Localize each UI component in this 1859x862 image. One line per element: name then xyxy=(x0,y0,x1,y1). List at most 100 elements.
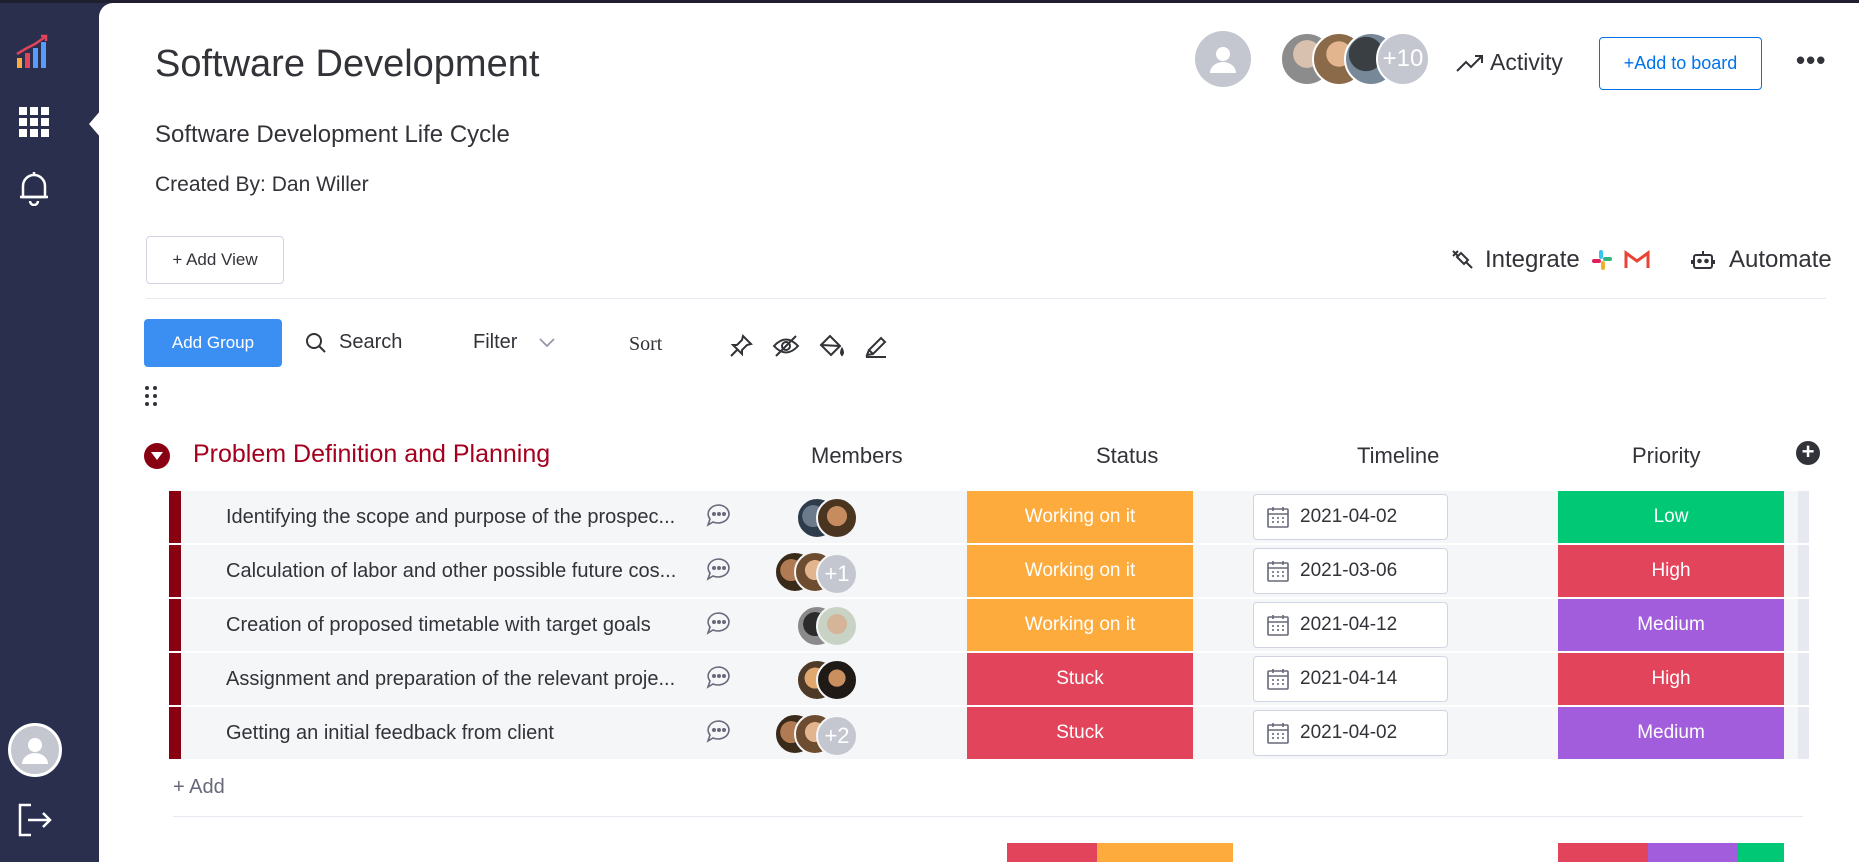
pin-icon[interactable] xyxy=(726,331,756,361)
chat-icon[interactable] xyxy=(706,665,732,694)
chart-logo-icon[interactable] xyxy=(14,32,54,72)
item-name[interactable]: Assignment and preparation of the releva… xyxy=(226,668,686,691)
chat-icon[interactable] xyxy=(706,719,732,748)
group-footer-divider xyxy=(173,816,1803,817)
members-cell[interactable] xyxy=(749,605,909,647)
timeline-cell[interactable]: 2021-04-12 xyxy=(1253,602,1448,648)
priority-badge[interactable]: Medium xyxy=(1558,599,1784,651)
user-avatar-icon[interactable] xyxy=(8,723,62,777)
table-row[interactable]: Getting an initial feedback from client … xyxy=(169,707,1809,759)
group-collapse-icon[interactable] xyxy=(144,443,170,469)
calendar-icon xyxy=(1267,723,1289,744)
priority-badge[interactable]: High xyxy=(1558,545,1784,597)
filter-label: Filter xyxy=(473,331,518,353)
chat-icon[interactable] xyxy=(706,611,732,640)
item-name[interactable]: Getting an initial feedback from client xyxy=(226,722,686,745)
divider xyxy=(146,298,1826,299)
priority-badge[interactable]: Low xyxy=(1558,491,1784,543)
item-name[interactable]: Identifying the scope and purpose of the… xyxy=(226,506,686,529)
table-row[interactable]: Assignment and preparation of the releva… xyxy=(169,653,1809,705)
page-title[interactable]: Software Development xyxy=(155,43,539,86)
calendar-icon xyxy=(1267,507,1289,528)
drag-dots-icon[interactable] xyxy=(144,385,158,412)
timeline-date: 2021-04-02 xyxy=(1300,506,1398,527)
calendar-icon xyxy=(1267,669,1289,690)
table-row[interactable]: Calculation of labor and other possible … xyxy=(169,545,1809,597)
grid-icon[interactable] xyxy=(14,102,54,142)
timeline-cell[interactable]: 2021-04-14 xyxy=(1253,656,1448,702)
members-cell[interactable]: +2 xyxy=(749,713,909,757)
eye-off-icon[interactable] xyxy=(771,331,801,361)
priority-badge[interactable]: High xyxy=(1558,653,1784,705)
table-row[interactable]: Identifying the scope and purpose of the… xyxy=(169,491,1809,543)
row-group-color xyxy=(169,707,181,759)
item-name[interactable]: Calculation of labor and other possible … xyxy=(226,560,686,583)
owner-avatar[interactable] xyxy=(1195,31,1251,87)
timeline-date: 2021-03-06 xyxy=(1300,560,1398,581)
row-end xyxy=(1798,707,1809,759)
column-header-priority[interactable]: Priority xyxy=(1632,443,1700,469)
bell-icon[interactable] xyxy=(14,168,54,208)
add-group-button[interactable]: Add Group xyxy=(144,319,282,367)
timeline-date: 2021-04-12 xyxy=(1300,614,1398,635)
add-to-board-button[interactable]: +Add to board xyxy=(1599,37,1762,90)
members-cell[interactable]: +1 xyxy=(749,551,909,595)
member-avatar xyxy=(816,659,858,701)
status-badge[interactable]: Working on it xyxy=(967,545,1193,597)
timeline-cell[interactable]: 2021-04-02 xyxy=(1253,710,1448,756)
priority-summary-low[interactable] xyxy=(1738,843,1784,862)
sidebar xyxy=(0,0,101,862)
logout-icon[interactable] xyxy=(14,800,54,840)
add-view-button[interactable]: + Add View xyxy=(146,236,284,284)
calendar-icon xyxy=(1267,615,1289,636)
status-badge[interactable]: Working on it xyxy=(967,491,1193,543)
board-members-stack[interactable]: +10 xyxy=(1280,32,1430,88)
gmail-icon xyxy=(1624,250,1650,268)
search-button[interactable]: Search xyxy=(305,331,402,354)
members-cell[interactable] xyxy=(749,497,909,539)
board-description[interactable]: Software Development Life Cycle xyxy=(155,121,510,149)
integrate-label: Integrate xyxy=(1485,246,1580,273)
chat-icon[interactable] xyxy=(706,557,732,586)
activity-button[interactable]: Activity xyxy=(1456,49,1563,76)
status-badge[interactable]: Working on it xyxy=(967,599,1193,651)
priority-badge[interactable]: Medium xyxy=(1558,707,1784,759)
timeline-cell[interactable]: 2021-03-06 xyxy=(1253,548,1448,594)
board-main: Software Development Software Developmen… xyxy=(99,3,1859,862)
robot-icon xyxy=(1691,251,1715,269)
more-options-icon[interactable]: ••• xyxy=(1796,45,1826,76)
group-title[interactable]: Problem Definition and Planning xyxy=(193,440,550,469)
column-header-members[interactable]: Members xyxy=(811,443,903,469)
status-badge[interactable]: Stuck xyxy=(967,707,1193,759)
members-cell[interactable] xyxy=(749,659,909,701)
status-summary-stuck[interactable] xyxy=(1007,843,1097,862)
priority-summary-medium[interactable] xyxy=(1648,843,1738,862)
add-column-icon[interactable]: + xyxy=(1796,441,1820,465)
member-avatar xyxy=(816,605,858,647)
row-end xyxy=(1798,491,1809,543)
status-summary-working[interactable] xyxy=(1097,843,1233,862)
automate-button[interactable]: Automate xyxy=(1691,246,1832,274)
item-name[interactable]: Creation of proposed timetable with targ… xyxy=(226,614,686,637)
timeline-cell[interactable]: 2021-04-02 xyxy=(1253,494,1448,540)
status-badge[interactable]: Stuck xyxy=(967,653,1193,705)
member-avatar xyxy=(816,497,858,539)
integrate-button[interactable]: Integrate xyxy=(1449,246,1650,274)
column-header-status[interactable]: Status xyxy=(1096,443,1158,469)
row-group-color xyxy=(169,599,181,651)
priority-summary-high[interactable] xyxy=(1558,843,1648,862)
highlighter-icon[interactable] xyxy=(861,331,891,361)
calendar-icon xyxy=(1267,561,1289,582)
sort-button[interactable]: Sort xyxy=(629,333,662,356)
chat-icon[interactable] xyxy=(706,503,732,532)
add-item-button[interactable]: + Add xyxy=(173,776,225,799)
table-row[interactable]: Creation of proposed timetable with targ… xyxy=(169,599,1809,651)
column-header-timeline[interactable]: Timeline xyxy=(1357,443,1439,469)
paint-bucket-icon[interactable] xyxy=(816,331,846,361)
row-end xyxy=(1798,545,1809,597)
members-more-count: +10 xyxy=(1376,32,1430,86)
filter-dropdown[interactable]: Filter xyxy=(473,331,556,354)
timeline-date: 2021-04-02 xyxy=(1300,722,1398,743)
search-label: Search xyxy=(339,331,403,353)
row-end xyxy=(1798,599,1809,651)
